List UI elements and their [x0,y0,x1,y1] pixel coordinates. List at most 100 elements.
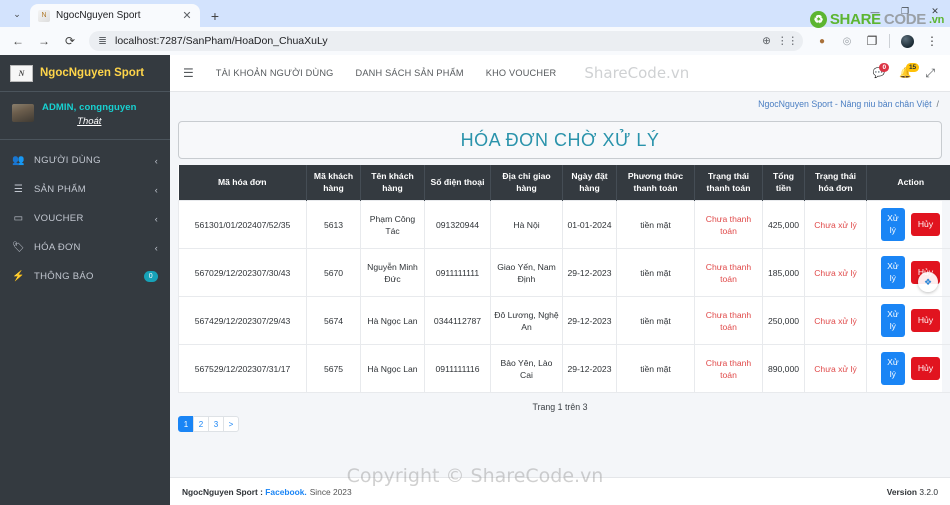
cancel-button[interactable]: Hủy [910,213,941,237]
process-button[interactable]: Xử lý [880,352,905,386]
notifications-icon[interactable]: 🔔 15 [899,62,920,79]
profile-avatar[interactable] [895,29,919,53]
table-row: 567429/12/202307/29/43 5674 Hà Ngọc Lan … [178,296,950,346]
sidebar-brand[interactable]: N NgocNguyen Sport [0,55,170,92]
cell-trang-thai-thanh-toan: Chưa thanh toán [694,200,763,250]
sidebar-item-voucher[interactable]: ▭ VOUCHER ‹ [0,204,170,233]
tab-favicon-icon: N [38,9,50,22]
chevron-left-icon: ‹ [154,184,158,195]
table-head: Mã hóa đơn Mã khách hàng Tên khách hàng … [178,165,950,201]
cell-action: Xử lý Hủy [866,248,950,298]
cell-action: Xử lý Hủy [866,200,950,250]
cancel-button[interactable]: Hủy [910,357,941,381]
next-page-button[interactable]: > [223,416,239,433]
breadcrumb: NgocNguyen Sport - Nâng niu bàn chân Việ… [170,92,950,116]
cell-ngay-dat: 01-01-2024 [562,200,617,250]
browser-window: ⌄ N NgocNguyen Sport ✕ + — ❐ ✕ ← → ⟳ ≣ l… [0,0,950,505]
cell-ma-khach-hang: 5670 [306,248,361,298]
sidebar-item-nguoi-dung[interactable]: 👥 NGƯỜI DÙNG ‹ [0,146,170,175]
fullscreen-icon[interactable]: ⤢ [925,66,935,81]
new-tab-button[interactable]: + [204,5,226,27]
split-screen-icon[interactable]: ⋮⋮ [777,35,798,47]
brand-logo-icon: N [10,64,33,82]
browser-menu-icon[interactable]: ⋮ [920,29,944,53]
notification-count-badge: 0 [143,270,158,283]
col-trang-thai-thanh-toan: Trạng thái thanh toán [694,165,763,201]
cell-tong-tien: 425,000 [762,200,805,250]
page-button-1[interactable]: 1 [178,416,194,433]
tab-list-icon[interactable]: ⌄ [4,1,30,27]
back-icon[interactable]: ← [6,29,30,53]
url-text: localhost:7287/SanPham/HoaDon_ChuaXuLy [115,35,328,47]
list-icon: ☰ [13,184,24,195]
ticket-icon: ▭ [13,213,24,224]
col-trang-thai-hoa-don: Trạng thái hóa đơn [804,165,867,201]
process-button[interactable]: Xử lý [880,256,905,290]
col-ma-hoa-don: Mã hóa đơn [178,165,307,201]
footer-facebook-link[interactable]: Facebook. [265,487,306,497]
close-icon[interactable]: ✕ [180,9,194,22]
sidebar-item-thong-bao[interactable]: ⚡ THÔNG BÁO 0 [0,262,170,291]
col-action: Action [866,165,950,201]
cell-phuong-thuc: tiền mặt [616,248,695,298]
zoom-icon[interactable]: ⊕ [761,35,772,47]
table-body: 561301/01/202407/52/35 5613 Phạm Công Tá… [178,200,950,394]
toolbar-divider [889,34,890,48]
sidebar-item-hoa-don[interactable]: 🏷 HÓA ĐƠN ‹ [0,233,170,262]
version-number: 3.2.0 [919,486,938,497]
cell-dia-chi: Bảo Yên, Lào Cai [490,344,563,394]
sidebar-item-label: SẢN PHẨM [34,184,87,195]
cell-tong-tien: 185,000 [762,248,805,298]
page-button-3[interactable]: 3 [208,416,224,433]
cell-dia-chi: Hà Nội [490,200,563,250]
col-ma-khach-hang: Mã khách hàng [306,165,361,201]
hamburger-icon[interactable]: ☰ [183,66,194,80]
site-info-icon[interactable]: ≣ [97,35,108,47]
cell-action: Xử lý Hủy [866,296,950,346]
nav-link-kho-voucher[interactable]: KHO VOUCHER [486,68,557,78]
messages-badge: 0 [879,62,890,73]
page-button-2[interactable]: 2 [193,416,209,433]
cell-ten-khach-hang: Nguyễn Minh Đức [360,248,425,298]
cell-ma-khach-hang: 5674 [306,296,361,346]
nav-link-danh-sach-san-pham[interactable]: DANH SÁCH SẢN PHẨM [356,68,464,78]
notifications-badge: 15 [905,62,920,73]
tab-title: NgocNguyen Sport [56,10,141,21]
invoice-table: Mã hóa đơn Mã khách hàng Tên khách hàng … [178,165,950,394]
extensions-icon[interactable]: ◎ [835,29,859,53]
cell-ten-khach-hang: Hà Ngọc Lan [360,296,425,346]
sidebar-item-label: NGƯỜI DÙNG [34,155,101,166]
reload-icon[interactable]: ⟳ [58,29,82,53]
cell-trang-thai-thanh-toan: Chưa thanh toán [694,248,763,298]
window-close-icon[interactable]: ✕ [920,0,950,23]
sidebar-item-san-pham[interactable]: ☰ SẢN PHẨM ‹ [0,175,170,204]
cookie-icon[interactable]: ● [810,29,834,53]
address-bar[interactable]: ≣ localhost:7287/SanPham/HoaDon_ChuaXuLy… [89,31,803,51]
navbar-watermark: ShareCode.vn [584,64,690,82]
pagination: 1 2 3 > [178,416,942,433]
nav-link-tai-khoan[interactable]: TÀI KHOẢN NGƯỜI DÙNG [216,68,334,78]
messages-icon[interactable]: 💬 0 [872,62,890,79]
sidebar-item-label: VOUCHER [34,213,84,224]
cell-ngay-dat: 29-12-2023 [562,248,617,298]
cell-tong-tien: 250,000 [762,296,805,346]
browser-tab[interactable]: N NgocNguyen Sport ✕ [30,4,200,27]
minimize-icon[interactable]: — [860,0,890,23]
cancel-button[interactable]: Hủy [910,309,941,333]
breadcrumb-text[interactable]: NgocNguyen Sport - Nâng niu bàn chân Việ… [758,99,931,109]
pagination-zone: Trang 1 trên 3 1 2 3 > [178,393,942,433]
cell-ngay-dat: 29-12-2023 [562,296,617,346]
page-title-container: HÓA ĐƠN CHỜ XỬ LÝ [178,121,942,159]
chevron-left-icon: ‹ [154,213,158,224]
side-panel-icon[interactable]: ❐ [860,29,884,53]
forward-icon[interactable]: → [32,29,56,53]
table-row: 561301/01/202407/52/35 5613 Phạm Công Tá… [178,200,950,250]
footer-since: Since 2023 [309,486,352,497]
process-button[interactable]: Xử lý [880,304,905,338]
logout-link[interactable]: Thoát [77,116,101,127]
breadcrumb-separator: / [936,99,939,109]
cell-trang-thai-thanh-toan: Chưa thanh toán [694,344,763,394]
process-button[interactable]: Xử lý [880,208,905,242]
maximize-icon[interactable]: ❐ [890,0,920,23]
sidebar-menu: 👥 NGƯỜI DÙNG ‹ ☰ SẢN PHẨM ‹ ▭ VOUCHER ‹ … [0,140,170,291]
